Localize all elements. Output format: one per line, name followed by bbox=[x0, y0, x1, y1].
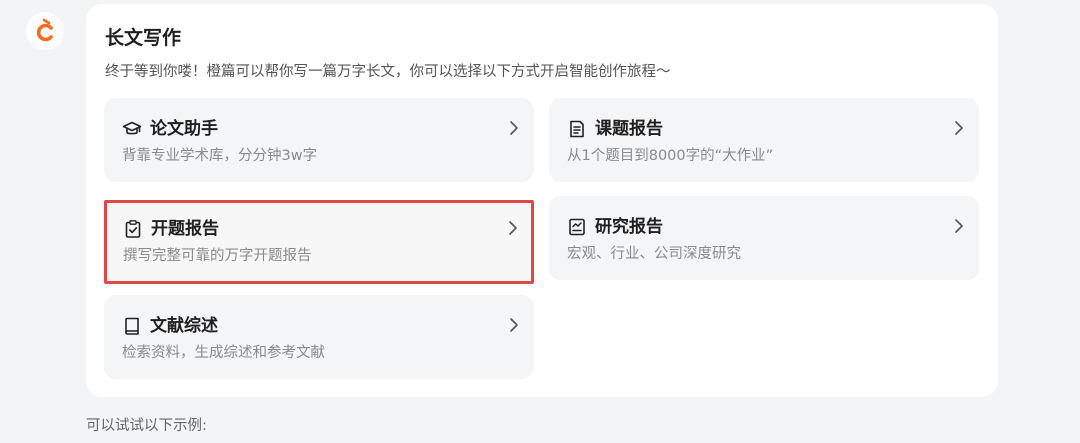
card-project-report[interactable]: 课题报告 从1个题目到8000字的“大作业” bbox=[549, 98, 979, 182]
card-research-report[interactable]: 研究报告 宏观、行业、公司深度研究 bbox=[549, 196, 979, 280]
card-header: 文献综述 bbox=[122, 315, 218, 337]
card-title: 研究报告 bbox=[595, 217, 663, 237]
chevron-right-icon bbox=[510, 121, 518, 135]
chart-document-icon bbox=[567, 217, 587, 237]
panel-title: 长文写作 bbox=[105, 27, 182, 49]
card-header: 论文助手 bbox=[122, 118, 218, 140]
card-description: 检索资料，生成综述和参考文献 bbox=[122, 345, 325, 361]
examples-label: 可以试试以下示例: bbox=[86, 418, 207, 434]
card-proposal-report[interactable]: 开题报告 撰写完整可靠的万字开题报告 bbox=[104, 200, 534, 284]
document-list-icon bbox=[567, 119, 587, 139]
card-description: 背靠专业学术库，分分钟3w字 bbox=[122, 148, 318, 164]
long-writing-panel: 长文写作 终于等到你喽！橙篇可以帮你写一篇万字长文，你可以选择以下方式开启智能创… bbox=[86, 4, 998, 397]
chevron-right-icon bbox=[955, 219, 963, 233]
card-header: 研究报告 bbox=[567, 216, 663, 238]
chevron-right-icon bbox=[510, 318, 518, 332]
card-description: 撰写完整可靠的万字开题报告 bbox=[123, 248, 312, 264]
app-logo bbox=[26, 12, 64, 50]
book-icon bbox=[122, 316, 142, 336]
graduation-cap-icon bbox=[122, 119, 142, 139]
card-title: 开题报告 bbox=[151, 219, 219, 239]
card-thesis-assistant[interactable]: 论文助手 背靠专业学术库，分分钟3w字 bbox=[104, 98, 534, 182]
card-description: 宏观、行业、公司深度研究 bbox=[567, 246, 741, 262]
card-title: 课题报告 bbox=[595, 119, 663, 139]
card-header: 课题报告 bbox=[567, 118, 663, 140]
card-title: 论文助手 bbox=[150, 119, 218, 139]
card-description: 从1个题目到8000字的“大作业” bbox=[567, 148, 774, 164]
panel-subtitle: 终于等到你喽！橙篇可以帮你写一篇万字长文，你可以选择以下方式开启智能创作旅程～ bbox=[105, 64, 671, 80]
chevron-right-icon bbox=[509, 221, 517, 235]
orange-c-logo-icon bbox=[36, 18, 53, 42]
card-title: 文献综述 bbox=[150, 316, 218, 336]
chevron-right-icon bbox=[955, 121, 963, 135]
clipboard-check-icon bbox=[123, 219, 143, 239]
card-literature-review[interactable]: 文献综述 检索资料，生成综述和参考文献 bbox=[104, 295, 534, 379]
card-header: 开题报告 bbox=[123, 218, 219, 240]
